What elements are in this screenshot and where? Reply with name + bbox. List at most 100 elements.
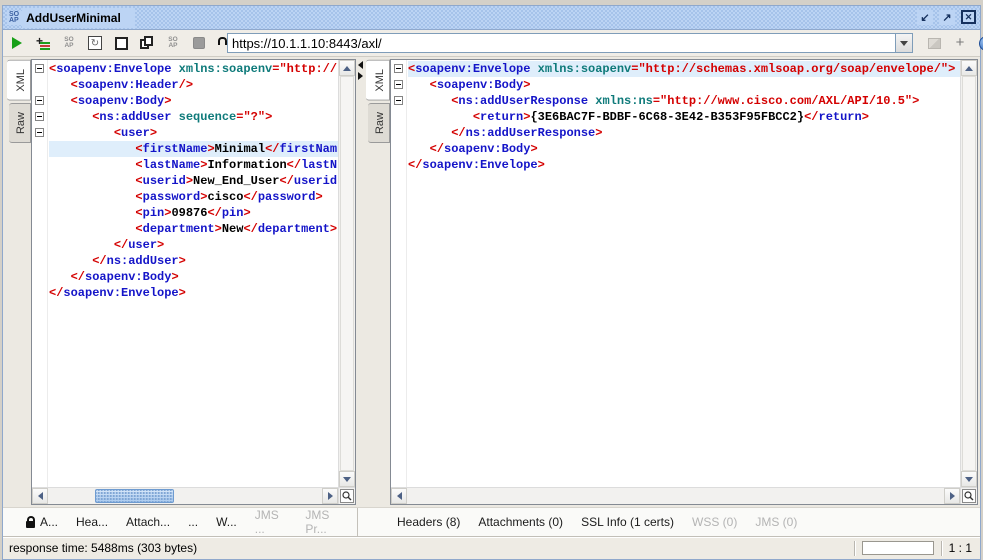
response-tab-headers-8[interactable]: Headers (8) <box>388 508 469 536</box>
close-button[interactable]: ✕ <box>961 10 976 24</box>
tab-label: WSS (0) <box>692 515 738 529</box>
scroll-up-button[interactable] <box>961 60 977 76</box>
submit-request-button[interactable] <box>9 35 25 51</box>
request-vertical-scrollbar[interactable] <box>338 60 355 487</box>
xml-line: <ns:addUserResponse xmlns:ns="http://www… <box>451 94 920 108</box>
xml-line: </soapenv:Envelope> <box>49 286 186 300</box>
response-tab-attachments-0[interactable]: Attachments (0) <box>469 508 572 536</box>
xml-line: <lastName>Information</lastN <box>135 158 338 172</box>
response-tab-wss-0: WSS (0) <box>683 508 746 536</box>
request-tab-hea[interactable]: Hea... <box>67 508 117 536</box>
window-title: AddUserMinimal <box>22 7 135 28</box>
empty-square-icon <box>114 36 128 50</box>
tab-label: SSL Info (1 certs) <box>581 515 674 529</box>
scroll-thumb[interactable] <box>94 489 175 503</box>
add-to-list-icon: + <box>36 34 50 50</box>
scroll-track[interactable] <box>48 488 322 504</box>
request-tab-w[interactable]: W... <box>207 508 246 536</box>
endpoint-input[interactable] <box>227 33 895 53</box>
request-tab-jms-pr: JMS Pr... <box>296 508 357 536</box>
magnifier-button[interactable] <box>962 489 976 503</box>
line-glyph <box>40 42 50 44</box>
scroll-down-button[interactable] <box>339 471 355 487</box>
status-separator <box>853 540 855 556</box>
clone-request-button[interactable] <box>139 35 155 51</box>
request-toolbar: + SOAP ↻ SOAP +? <box>3 30 983 57</box>
add-endpoint-button[interactable]: + <box>952 35 968 51</box>
scroll-left-button[interactable] <box>391 488 407 504</box>
request-horizontal-scrollbar[interactable] <box>32 487 338 504</box>
tab-label: Attachments (0) <box>478 515 564 529</box>
help-icon: ? <box>978 35 983 51</box>
fold-toggle-icon[interactable] <box>35 96 44 105</box>
tab-label: A... <box>40 515 59 529</box>
fold-toggle-icon[interactable] <box>394 96 403 105</box>
create-soap-fault-button[interactable]: SO AP <box>165 35 181 51</box>
arrow-left-icon <box>396 492 402 500</box>
chevron-down-icon <box>900 40 908 46</box>
fold-toggle-icon[interactable] <box>35 112 44 121</box>
split-divider[interactable] <box>356 58 364 506</box>
editor-view-tab-raw[interactable]: Raw <box>9 102 31 143</box>
response-tab-ssl-info-1-certs[interactable]: SSL Info (1 certs) <box>572 508 683 536</box>
collapse-right-icon[interactable] <box>357 72 363 80</box>
xml-line: <ns:addUser sequence="?"> <box>92 110 273 124</box>
editor-view-tab-xml[interactable]: XML <box>7 60 31 101</box>
caret-position-label: 1 : 1 <box>948 541 972 555</box>
scroll-track[interactable] <box>961 76 977 471</box>
scroll-up-button[interactable] <box>339 60 355 76</box>
add-to-testcase-button[interactable]: + <box>35 34 51 51</box>
request-tab-[interactable]: ... <box>179 508 207 536</box>
xml-line: <userid>New_End_User</userid <box>135 174 338 188</box>
xml-line: </soapenv:Body> <box>429 142 538 156</box>
scroll-down-button[interactable] <box>961 471 977 487</box>
scroll-right-button[interactable] <box>944 488 960 504</box>
fold-toggle-icon[interactable] <box>35 128 44 137</box>
scroll-right-button[interactable] <box>322 488 338 504</box>
request-tab-a[interactable]: A... <box>17 508 67 536</box>
scroll-thumb[interactable] <box>340 76 354 471</box>
arrow-left-icon <box>37 492 43 500</box>
scroll-thumb[interactable] <box>962 76 976 471</box>
copy-icon <box>140 36 154 50</box>
titlebar[interactable]: SO AP AddUserMinimal ↙ ↗ ✕ <box>3 6 980 30</box>
tab-label: JMS (0) <box>755 515 798 529</box>
arrow-down-icon <box>343 476 351 482</box>
soapui-request-icon: SO AP <box>7 10 23 25</box>
arrow-right-icon <box>327 492 333 500</box>
fold-toggle-icon[interactable] <box>394 64 403 73</box>
editor-view-tab-raw[interactable]: Raw <box>368 102 390 143</box>
editor-zoom-corner <box>960 487 977 504</box>
response-xml-editor[interactable]: <soapenv:Envelope xmlns:soapenv="http://… <box>391 60 960 487</box>
request-tab-attach[interactable]: Attach... <box>117 508 179 536</box>
response-horizontal-scrollbar[interactable] <box>391 487 960 504</box>
xml-line: <return>{3E6BAC7F-BDBF-6C68-3E42-B353F95… <box>472 110 869 124</box>
tab-label: Attach... <box>126 515 171 529</box>
xml-line: <department>New</department> <box>135 222 338 236</box>
add-to-mockservice-button[interactable]: SO AP <box>61 35 77 51</box>
tab-label: Headers (8) <box>397 515 461 529</box>
request-xml-editor[interactable]: <soapenv:Envelope xmlns:soapenv="http://… <box>32 60 338 487</box>
xml-line: <soapenv:Body> <box>70 94 172 108</box>
maximize-button[interactable]: ↗ <box>939 10 955 25</box>
play-icon <box>12 37 22 49</box>
minimize-button[interactable]: ↙ <box>917 10 933 25</box>
scroll-track[interactable] <box>339 76 355 471</box>
scroll-left-button[interactable] <box>32 488 48 504</box>
fold-toggle-icon[interactable] <box>394 80 403 89</box>
help-button[interactable]: ? <box>978 35 983 51</box>
fold-gutter <box>391 60 407 487</box>
editor-view-tab-xml[interactable]: XML <box>366 60 390 101</box>
recreate-request-button[interactable]: ↻ <box>87 35 103 51</box>
endpoint-dropdown-button[interactable] <box>895 33 913 53</box>
scroll-track[interactable] <box>407 488 944 504</box>
xml-line: </user> <box>113 238 165 252</box>
collapse-left-icon[interactable] <box>357 61 363 69</box>
create-empty-request-button[interactable] <box>113 35 129 51</box>
magnifier-button[interactable] <box>340 489 354 503</box>
arrow-up-icon <box>965 65 973 71</box>
fold-toggle-icon[interactable] <box>35 64 44 73</box>
response-vertical-scrollbar[interactable] <box>960 60 977 487</box>
xml-line: <pin>09876</pin> <box>135 206 251 220</box>
line-glyph <box>40 48 50 50</box>
